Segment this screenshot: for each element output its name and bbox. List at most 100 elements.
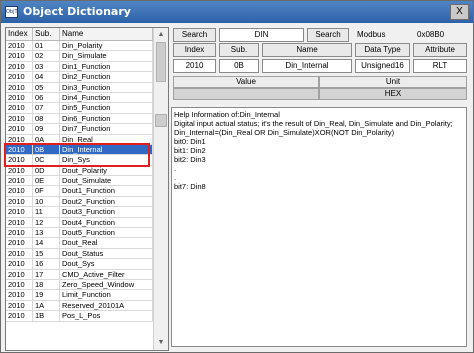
row-sub: 05 (33, 82, 60, 93)
row-sub: 19 (33, 290, 60, 301)
value-cell[interactable] (173, 88, 319, 100)
row-name: Dout_Sys (60, 259, 153, 270)
column-header-sub[interactable]: Sub. (33, 28, 60, 40)
sub-header: Sub. (219, 43, 259, 57)
row-name: Dout5_Function (60, 228, 153, 239)
row-name: Dout2_Function (60, 196, 153, 207)
object-dictionary-window: ObjT Object Dictionary X Index Sub. Name… (0, 0, 474, 353)
row-sub: 0D (33, 165, 60, 176)
row-sub: 16 (33, 259, 60, 270)
row-sub: 0E (33, 176, 60, 187)
table-row[interactable]: 2010 14 Dout_Real (6, 238, 153, 249)
table-row[interactable]: 2010 03 Din1_Function (6, 61, 153, 73)
row-name: Din3_Function (60, 82, 153, 93)
close-button[interactable]: X (450, 4, 469, 20)
row-sub: 07 (33, 103, 60, 114)
search-label-button[interactable]: Search (173, 28, 216, 42)
column-header-name[interactable]: Name (60, 28, 153, 40)
table-row[interactable]: 2010 10 Dout2_Function (6, 196, 153, 208)
row-index: 2010 (6, 176, 33, 187)
row-name: Din2_Function (60, 72, 153, 83)
row-index: 2010 (6, 113, 33, 124)
row-index: 2010 (6, 61, 33, 72)
index-header: Index (173, 43, 216, 57)
table-row[interactable]: 2010 1B Pos_L_Pos (6, 311, 153, 322)
row-name: Dout_Real (60, 238, 153, 249)
sub-field: 0B (219, 59, 259, 73)
row-index: 2010 (6, 41, 33, 51)
row-name: Dout4_Function (60, 217, 153, 228)
help-line: bit2: Din3 (174, 155, 206, 164)
row-name: Dout1_Function (60, 186, 153, 197)
table-row[interactable]: 2010 07 Din5_Function (6, 103, 153, 114)
row-index: 2010 (6, 217, 33, 228)
row-sub: 02 (33, 51, 60, 62)
row-name: Reserved_20101A (60, 300, 153, 311)
row-index: 2010 (6, 290, 33, 301)
row-index: 2010 (6, 279, 33, 290)
search-button[interactable]: Search (307, 28, 349, 42)
table-row[interactable]: 2010 12 Dout4_Function (6, 217, 153, 229)
row-name: CMD_Active_Filter (60, 269, 153, 280)
row-sub: 09 (33, 124, 60, 135)
row-sub: 06 (33, 92, 60, 103)
help-panel[interactable]: Help Information of:Din_Internal Digital … (171, 107, 467, 347)
table-row[interactable]: 2010 09 Din7_Function (6, 124, 153, 135)
help-line: bit7: Din8 (174, 182, 206, 191)
row-name: Dout_Polarity (60, 165, 153, 176)
unit-column-header: Unit (319, 76, 467, 88)
help-line: bit0: Din1 (174, 137, 206, 146)
table-row[interactable]: 2010 04 Din2_Function (6, 72, 153, 83)
title-bar[interactable]: ObjT Object Dictionary X (1, 1, 473, 23)
search-input[interactable]: DIN (219, 28, 304, 42)
table-row[interactable]: 2010 18 Zero_Speed_Window (6, 279, 153, 291)
help-line: Help Information of:Din_Internal (174, 110, 280, 119)
list-header: Index Sub. Name (6, 28, 153, 41)
table-row[interactable]: 2010 05 Din3_Function (6, 82, 153, 93)
scroll-up-icon[interactable]: ▲ (155, 29, 167, 41)
table-row[interactable]: 2010 06 Din4_Function (6, 92, 153, 104)
row-index: 2010 (6, 269, 33, 280)
name-field: Din_Internal (262, 59, 352, 73)
row-sub: 01 (33, 41, 60, 51)
table-row[interactable]: 2010 15 Dout_Status (6, 248, 153, 260)
table-row[interactable]: 2010 02 Din_Simulate (6, 51, 153, 62)
object-list[interactable]: Index Sub. Name 2010 01 Din_Polarity 2010 02… (5, 27, 169, 351)
row-sub: 15 (33, 248, 60, 259)
row-name: Pos_L_Pos (60, 311, 153, 322)
row-name: Dout_Simulate (60, 176, 153, 187)
app-icon: ObjT (5, 6, 18, 18)
row-sub: 08 (33, 113, 60, 124)
row-index: 2010 (6, 72, 33, 83)
scroll-thumb[interactable] (156, 42, 166, 82)
row-name: Din7_Function (60, 124, 153, 135)
help-scroll-thumb[interactable] (155, 114, 167, 127)
table-row[interactable]: 2010 11 Dout3_Function (6, 207, 153, 218)
table-row[interactable]: 2010 17 CMD_Active_Filter (6, 269, 153, 280)
table-row[interactable]: 2010 16 Dout_Sys (6, 259, 153, 270)
unit-cell: HEX (319, 88, 467, 100)
row-name: Din6_Function (60, 113, 153, 124)
table-row[interactable]: 2010 19 Limit_Function (6, 290, 153, 301)
row-index: 2010 (6, 248, 33, 259)
table-row[interactable]: 2010 1A Reserved_20101A (6, 300, 153, 312)
column-header-index[interactable]: Index (6, 28, 33, 40)
table-row[interactable]: 2010 0F Dout1_Function (6, 186, 153, 197)
name-header: Name (262, 43, 352, 57)
help-text: Help Information of:Din_Internal Digital … (174, 110, 464, 191)
scroll-down-icon[interactable]: ▼ (155, 337, 167, 349)
row-sub: 12 (33, 217, 60, 228)
row-sub: 17 (33, 269, 60, 280)
table-row[interactable]: 2010 08 Din6_Function (6, 113, 153, 125)
row-index: 2010 (6, 196, 33, 207)
help-line: . (174, 164, 177, 173)
table-row[interactable]: 2010 13 Dout5_Function (6, 228, 153, 239)
list-scrollbar[interactable]: ▲ ▼ (153, 28, 168, 350)
table-row[interactable]: 2010 01 Din_Polarity (6, 41, 153, 52)
table-row[interactable]: 2010 0D Dout_Polarity (6, 165, 153, 177)
modbus-value: 0x08B0 (417, 30, 445, 39)
table-row[interactable]: 2010 0E Dout_Simulate (6, 176, 153, 187)
row-name: Din_Polarity (60, 41, 153, 51)
row-sub: 0F (33, 186, 60, 197)
row-index: 2010 (6, 238, 33, 249)
